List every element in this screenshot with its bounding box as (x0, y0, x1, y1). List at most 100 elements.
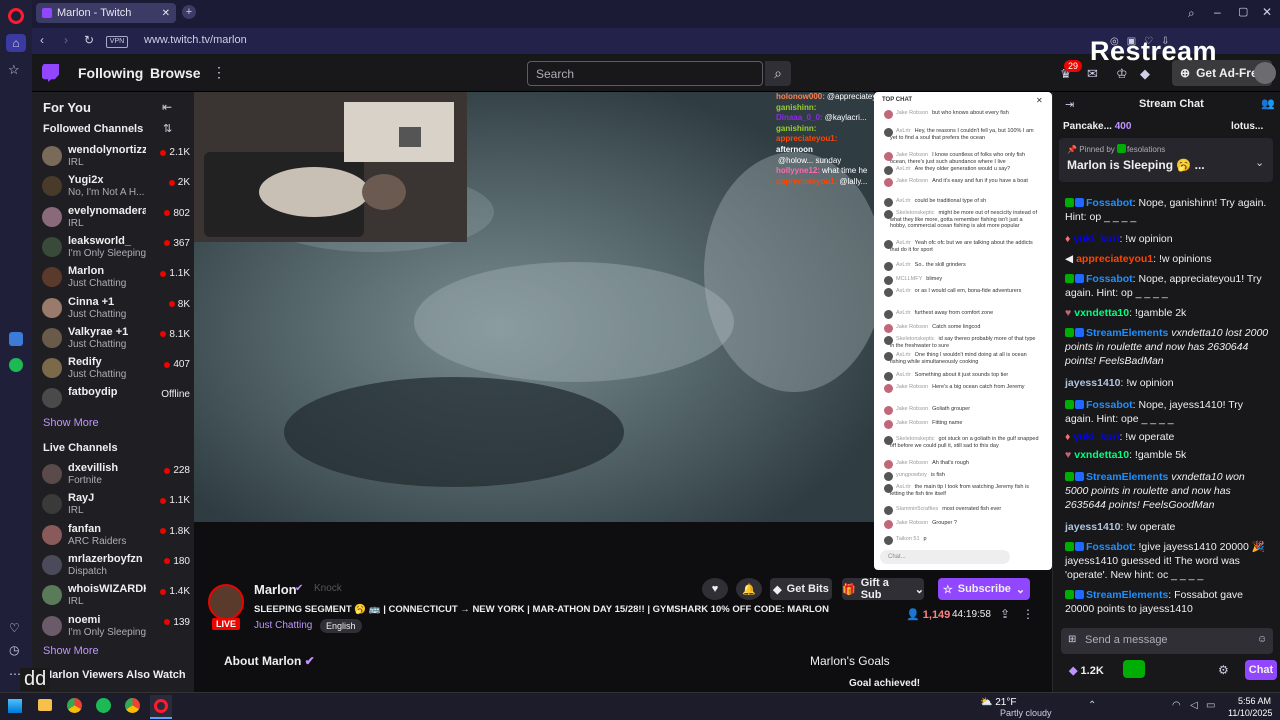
more-options-icon[interactable]: ⋮ (1022, 607, 1034, 621)
chat-username[interactable]: jayess1410 (1065, 377, 1120, 389)
chat-username[interactable]: StreamElements (1086, 589, 1168, 601)
opera-logo-icon[interactable] (8, 8, 24, 24)
close-tab-icon[interactable]: ✕ (162, 8, 170, 19)
chevron-down-icon[interactable]: ⌄ (1255, 156, 1264, 169)
chat-username[interactable]: Fossabot (1086, 399, 1133, 411)
chat-username[interactable]: appreciateyou1 (1076, 253, 1153, 265)
follow-heart-button[interactable]: ♥ (702, 578, 728, 600)
crown-icon[interactable]: ♔ (1116, 66, 1128, 82)
send-message-input[interactable]: Send a message (1061, 628, 1273, 654)
chat-username[interactable]: yuki_kuri (1073, 233, 1119, 245)
channel-row[interactable]: wendolynortizz IRL 2.1K (42, 144, 190, 172)
collapse-chat-icon[interactable]: ⇥ (1065, 98, 1074, 111)
get-bits-button[interactable]: ◆ Get Bits (770, 578, 832, 600)
knock-label: Knock (314, 583, 342, 594)
chrome-icon[interactable] (67, 698, 82, 713)
chat-username[interactable]: Fossabot (1086, 197, 1133, 209)
heart-icon[interactable]: ♡ (9, 621, 20, 635)
search-icon[interactable]: ⌕ (765, 61, 791, 86)
emote-icon[interactable]: ☺ (1257, 634, 1267, 645)
channel-row[interactable]: mrlazerboyfzn Dispatch 180 (42, 553, 190, 581)
channel-avatar[interactable] (208, 584, 244, 620)
channel-row[interactable]: whoisWIZARDK...IRL 1.4K (42, 583, 190, 611)
channel-row[interactable]: RayJ IRL 1.1K (42, 492, 190, 520)
wifi-icon[interactable]: ◠ (1172, 700, 1181, 711)
vpn-badge[interactable]: VPN (106, 36, 128, 48)
embedded-avatar (884, 506, 893, 515)
show-more-live[interactable]: Show More (43, 645, 99, 657)
start-icon[interactable] (8, 699, 22, 713)
chat-username[interactable]: jayess1410 (1065, 521, 1120, 533)
volume-icon[interactable]: ◁ (1190, 700, 1198, 711)
notification-bell-button[interactable]: 🔔 (736, 578, 762, 600)
channel-row[interactable]: dxevillish Fortnite 228 (42, 462, 190, 490)
channel-row[interactable]: evelynomadera IRL 802 (42, 205, 190, 233)
chat-settings-icon[interactable]: ⊞ (1068, 634, 1076, 645)
sort-icon[interactable]: ⇅ (163, 122, 172, 135)
chat-button[interactable]: Chat (1245, 660, 1277, 680)
app-icon[interactable] (9, 332, 23, 346)
forward-icon[interactable]: › (64, 33, 68, 47)
url-field[interactable]: www.twitch.tv/marlon (144, 34, 247, 46)
show-more-followed[interactable]: Show More (43, 417, 99, 429)
channel-row[interactable]: Valkyrae +1 Just Chatting 8.1K (42, 326, 190, 354)
chat-username[interactable]: StreamElements (1086, 327, 1168, 339)
overlay-chat-line: afternoon (776, 145, 876, 156)
spotify-icon[interactable] (9, 358, 23, 372)
channel-row[interactable]: Marlon Just Chatting 1.1K (42, 265, 190, 293)
chat-username[interactable]: Fossabot (1086, 273, 1133, 285)
opera-taskbar-item[interactable] (150, 695, 172, 719)
video-player[interactable] (194, 92, 874, 522)
user-avatar[interactable] (1254, 62, 1276, 84)
chat-username[interactable]: StreamElements (1086, 471, 1168, 483)
inbox-icon[interactable]: ✉ (1087, 66, 1098, 82)
gift-sub-button[interactable]: 🎁 Gift a Sub ⌄ (842, 577, 924, 601)
chrome-2-icon[interactable] (125, 698, 140, 713)
more-menu-icon[interactable]: ⋮ (212, 64, 226, 81)
channel-row[interactable]: leaksworld_ I'm Only Sleeping 367 (42, 235, 190, 263)
bits-icon[interactable]: ◆ (1140, 66, 1150, 82)
search-input[interactable]: Search (527, 61, 763, 86)
tray-chevron-icon[interactable]: ⌃ (1088, 700, 1096, 711)
language-tag[interactable]: English (320, 619, 362, 633)
channel-points[interactable]: ◆ 1.2K (1069, 664, 1104, 677)
channel-row[interactable]: Redify Just Chatting 407 (42, 356, 190, 384)
channel-row[interactable]: noemi I'm Only Sleeping 139 (42, 614, 190, 642)
gear-icon[interactable]: ⚙ (1218, 663, 1229, 677)
chat-username[interactable]: yuki_kuri (1073, 431, 1119, 443)
channel-row[interactable]: Yugi2x No, I'm Not A H... 2K (42, 174, 190, 202)
spotify-taskbar-icon[interactable] (96, 698, 111, 713)
reload-icon[interactable]: ↻ (84, 33, 94, 47)
back-icon[interactable]: ‹ (40, 33, 44, 47)
share-icon[interactable]: ⇪ (1000, 607, 1010, 621)
browser-tab[interactable]: Marlon - Twitch ✕ (36, 3, 176, 23)
browse-link[interactable]: Browse (150, 65, 201, 81)
chat-username[interactable]: vxndetta10 (1074, 449, 1129, 461)
chat-username[interactable]: Fossabot (1086, 541, 1133, 553)
history-icon[interactable]: ◷ (9, 643, 19, 657)
file-explorer-icon[interactable] (38, 699, 52, 711)
close-window-icon[interactable]: ✕ (1262, 5, 1272, 19)
search-tabs-icon[interactable]: ⌕ (1188, 6, 1195, 21)
channel-row[interactable]: Cinna +1 Just Chatting 8K (42, 296, 190, 324)
channel-name[interactable]: Marlon (254, 582, 297, 597)
minimize-icon[interactable]: – (1214, 5, 1221, 19)
twitch-logo-icon[interactable] (42, 64, 59, 82)
battery-icon[interactable]: ▭ (1206, 700, 1215, 711)
star-icon[interactable]: ☆ (8, 62, 20, 78)
category-link[interactable]: Just Chatting (254, 620, 312, 631)
chat-text: : !gamble 2k (1129, 307, 1187, 319)
channel-row[interactable]: fanfan ARC Raiders 1.8K (42, 523, 190, 551)
channel-row[interactable]: fatboydip Offline (42, 386, 190, 414)
home-icon[interactable]: ⌂ (6, 34, 26, 52)
subscribe-button[interactable]: ☆ Subscribe ⌄ (938, 578, 1030, 600)
pinned-message[interactable]: 📌 Pinned by fesolations Marlon is Sleepi… (1059, 138, 1273, 182)
chat-username[interactable]: vxndetta10 (1074, 307, 1129, 319)
prediction-icon[interactable] (1123, 660, 1145, 678)
maximize-icon[interactable]: ▢ (1238, 5, 1248, 18)
collapse-sidebar-icon[interactable]: ⇤ (162, 100, 172, 114)
new-tab-icon[interactable]: + (182, 5, 196, 19)
following-link[interactable]: Following (78, 65, 143, 81)
weather-widget[interactable]: ⛅ 21°F (980, 697, 1016, 708)
users-icon[interactable]: 👥 (1261, 97, 1275, 110)
